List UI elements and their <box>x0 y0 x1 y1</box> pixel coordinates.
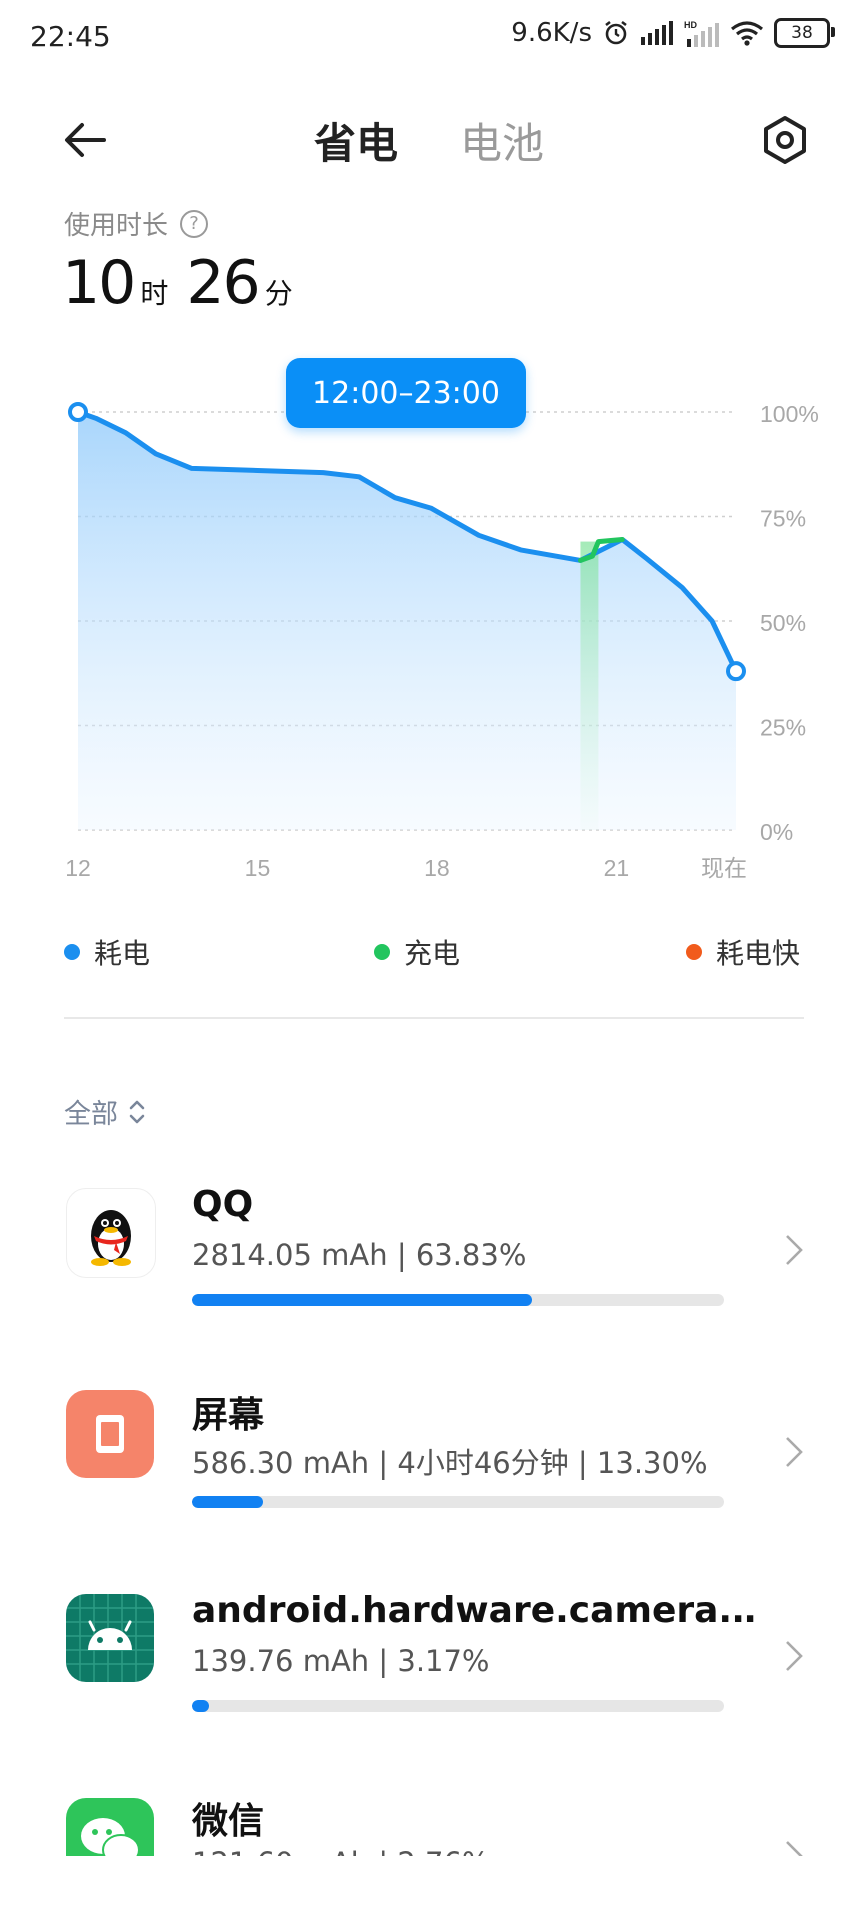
settings-icon[interactable] <box>760 115 810 165</box>
usage-hours-unit: 时 <box>140 277 169 310</box>
legend-charging: 充电 <box>374 932 460 972</box>
legend-discharge-dot <box>64 944 80 960</box>
start-point-marker <box>68 402 88 422</box>
legend-charging-label: 充电 <box>404 937 461 970</box>
legend-fast-drain: 耗电快 <box>686 932 800 972</box>
x-tick-label: 现在 <box>701 855 747 881</box>
app-usage-detail: 2814.05 mAh | 63.83% <box>192 1238 527 1272</box>
list-item-qq[interactable]: QQ 2814.05 mAh | 63.83% <box>0 1170 864 1340</box>
wifi-icon <box>731 21 763 46</box>
qq-icon <box>66 1188 156 1278</box>
y-tick-label: 100% <box>760 401 819 427</box>
legend-fast-drain-label: 耗电快 <box>716 937 801 970</box>
hd-signal-icon: HD <box>684 20 719 47</box>
signal-icon <box>641 21 673 45</box>
x-tick-label: 21 <box>604 855 630 881</box>
legend-discharge-label: 耗电 <box>94 937 151 970</box>
usage-bar <box>192 1700 724 1712</box>
usage-hours: 10 <box>62 248 136 318</box>
tab-power-saving[interactable]: 省电 <box>314 110 398 171</box>
app-name: 屏幕 <box>192 1395 265 1436</box>
battery-icon: 38 <box>774 18 835 48</box>
android-icon <box>66 1594 154 1682</box>
filter-dropdown[interactable]: 全部 <box>64 1092 146 1131</box>
app-usage-detail: 121.60 mAh | 2.76% <box>192 1846 490 1856</box>
back-arrow-icon[interactable] <box>58 112 114 168</box>
legend-discharge: 耗电 <box>64 932 150 972</box>
app-usage-detail: 139.76 mAh | 3.17% <box>192 1644 490 1678</box>
chevron-right-icon <box>786 1641 803 1671</box>
filter-label: 全部 <box>64 1099 118 1130</box>
x-tick-label: 15 <box>245 855 271 881</box>
usage-bar-fill <box>192 1700 209 1712</box>
y-tick-label: 50% <box>760 610 806 636</box>
status-icons: 9.6K/s HD 38 <box>511 18 835 48</box>
list-item-wechat[interactable]: 微信 121.60 mAh | 2.76% <box>0 1782 864 1856</box>
divider <box>64 1017 804 1019</box>
app-name: 微信 <box>192 1801 265 1842</box>
app-usage-detail: 586.30 mAh | 4小时46分钟 | 13.30% <box>192 1446 708 1480</box>
chevron-right-icon <box>786 1437 803 1467</box>
usage-bar-fill <box>192 1294 532 1306</box>
sort-updown-icon <box>129 1100 145 1123</box>
usage-duration-label: 使用时长 ? <box>64 205 209 242</box>
charging-band <box>580 541 599 830</box>
x-tick-label: 18 <box>424 855 450 881</box>
alarm-icon <box>605 20 627 45</box>
chevron-right-icon <box>786 1235 803 1265</box>
time-range-badge[interactable]: 12:00–23:00 <box>286 358 526 428</box>
legend-fast-drain-dot <box>686 944 702 960</box>
usage-bar <box>192 1294 724 1306</box>
svg-text:HD: HD <box>684 20 697 30</box>
usage-label-text: 使用时长 <box>64 211 169 241</box>
tab-battery[interactable]: 电池 <box>460 110 544 171</box>
discharge-area <box>78 412 736 830</box>
app-name: QQ <box>192 1184 254 1225</box>
chevron-right-icon <box>786 1841 803 1856</box>
usage-bar-fill <box>192 1496 263 1508</box>
battery-level: 38 <box>791 23 813 43</box>
status-time: 22:45 <box>30 20 111 53</box>
network-speed: 9.6K/s <box>511 18 592 48</box>
list-item-screen[interactable]: 屏幕 586.30 mAh | 4小时46分钟 | 13.30% <box>0 1374 864 1544</box>
y-tick-label: 25% <box>760 715 806 741</box>
usage-bar <box>192 1496 724 1508</box>
legend-charging-dot <box>374 944 390 960</box>
x-tick-label: 12 <box>65 855 91 881</box>
y-tick-label: 75% <box>760 506 806 532</box>
help-icon[interactable]: ? <box>180 209 209 238</box>
usage-minutes-unit: 分 <box>264 277 293 310</box>
app-name: android.hardware.camera.‥ <box>192 1590 757 1631</box>
wechat-icon <box>66 1798 154 1856</box>
screen-icon <box>66 1390 154 1478</box>
usage-minutes: 26 <box>186 248 260 318</box>
end-point-marker <box>726 661 746 682</box>
list-item-camera[interactable]: android.hardware.camera.‥ 139.76 mAh | 3… <box>0 1578 864 1748</box>
usage-duration-value: 10 时 26 分 <box>62 248 305 318</box>
y-tick-label: 0% <box>760 819 793 845</box>
